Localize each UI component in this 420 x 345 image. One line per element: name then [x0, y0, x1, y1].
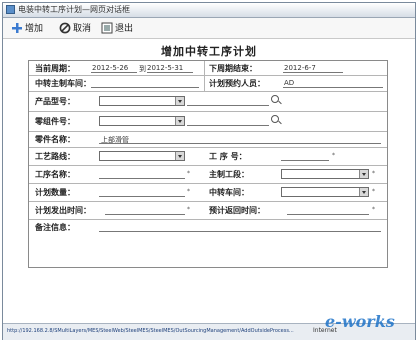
row-period: 当前周期： 2012-5-26 到 2012-5-31 下周期结束： 2012-… [29, 61, 387, 76]
add-icon [11, 22, 23, 34]
next-week-underline [283, 72, 343, 73]
app-icon [6, 5, 15, 14]
row-part-name: 零件名称： 上部滑管 [29, 131, 387, 148]
form-title: 增加中转工序计划 [161, 45, 257, 58]
craft-label: 工艺路线： [35, 152, 75, 161]
search-icon[interactable] [271, 115, 279, 123]
op-no-label: 工 序 号： [209, 152, 247, 161]
required-marker: * [332, 152, 335, 159]
plan-qty-field[interactable] [99, 196, 185, 197]
row-op-name: 工序名称： * 主制工段： * [29, 165, 387, 184]
form-area: 增加中转工序计划 当前周期： 2012-5-26 到 2012-5-31 下周期… [3, 39, 415, 323]
required-marker: * [372, 188, 375, 195]
part-text-field[interactable] [187, 125, 269, 126]
required-marker: * [187, 188, 190, 195]
planner-underline [283, 87, 383, 88]
transfer-ws-select[interactable] [281, 187, 369, 197]
row-remark: 备注信息： [29, 219, 387, 267]
cancel-label: 取消 [73, 24, 92, 34]
product-text-field[interactable] [187, 105, 269, 106]
status-url: http://192.168.2.8/SMultiLayers/MES/Stee… [7, 328, 294, 334]
plan-send-field[interactable] [105, 214, 185, 215]
divider [204, 75, 205, 91]
transfer-ws-label: 中转车间： [209, 188, 249, 197]
workshop-label: 中转主制车间： [35, 79, 91, 88]
form-grid: 当前周期： 2012-5-26 到 2012-5-31 下周期结束： 2012-… [28, 60, 388, 268]
part-name-label: 零件名称： [35, 135, 75, 144]
required-marker: * [187, 170, 190, 177]
next-week-label: 下周期结束： [209, 64, 257, 73]
chevron-down-icon[interactable] [175, 117, 184, 125]
period-end[interactable]: 2012-5-31 [147, 64, 183, 72]
op-name-label: 工序名称： [35, 170, 75, 179]
required-marker: * [187, 206, 190, 213]
chevron-down-icon[interactable] [175, 97, 184, 105]
chevron-down-icon[interactable] [175, 152, 184, 160]
main-op-select[interactable] [281, 169, 369, 179]
toolbar: 增加 取消 退出 [3, 18, 415, 39]
part-label: 零组件号： [35, 117, 75, 126]
row-qty: 计划数量： * 中转车间： * [29, 183, 387, 202]
window-title: 电装中转工序计划—网页对话框 [18, 5, 130, 14]
row-product: 产品型号： [29, 91, 387, 112]
cancel-button[interactable]: 取消 [59, 20, 91, 35]
plan-send-label: 计划发出时间： [35, 206, 91, 215]
workshop-field[interactable] [91, 87, 199, 88]
return-time-field[interactable] [287, 214, 369, 215]
main-op-label: 主制工段： [209, 170, 249, 179]
row-time: 计划发出时间： * 预计返回时间： * [29, 201, 387, 220]
plan-qty-label: 计划数量： [35, 188, 75, 197]
return-time-label: 预计返回时间： [209, 206, 265, 215]
next-week-value[interactable]: 2012-6-7 [284, 64, 316, 72]
exit-button[interactable]: 退出 [101, 20, 133, 35]
search-icon[interactable] [271, 95, 279, 103]
planner-value[interactable]: AD [284, 79, 294, 87]
part-select[interactable] [99, 116, 185, 126]
remark-label: 备注信息： [35, 223, 75, 232]
chevron-down-icon[interactable] [359, 188, 368, 196]
add-label: 增加 [25, 24, 44, 34]
exit-label: 退出 [115, 24, 134, 34]
title-bar: 电装中转工序计划—网页对话框 [3, 3, 415, 18]
required-marker: * [372, 206, 375, 213]
cancel-icon [59, 22, 71, 34]
dialog-window: 电装中转工序计划—网页对话框 增加 取消 退出 增加中转工序计划 当前周期： 2… [2, 2, 416, 340]
period-start[interactable]: 2012-5-26 [92, 64, 128, 72]
status-bar: http://192.168.2.8/SMultiLayers/MES/Stee… [3, 312, 415, 340]
required-marker: * [372, 170, 375, 177]
to-label: 到 [139, 65, 146, 73]
period-label: 当前周期： [35, 64, 75, 73]
chevron-down-icon[interactable] [359, 170, 368, 178]
watermark-logo: e-works [325, 312, 395, 331]
divider [204, 61, 205, 75]
period-start-underline [91, 72, 137, 73]
row-craft: 工艺路线： 工 序 号： * [29, 147, 387, 166]
craft-select[interactable] [99, 151, 185, 161]
op-no-field[interactable] [281, 160, 329, 161]
planner-label: 计划预约人员： [209, 79, 265, 88]
product-select[interactable] [99, 96, 185, 106]
row-part: 零组件号： [29, 111, 387, 132]
period-end-underline [147, 72, 193, 73]
exit-icon [101, 22, 113, 34]
add-button[interactable]: 增加 [11, 20, 43, 35]
op-name-field[interactable] [99, 178, 185, 179]
row-workshop: 中转主制车间： 计划预约人员： AD [29, 75, 387, 92]
remark-field[interactable] [99, 231, 381, 232]
part-name-underline [99, 143, 381, 144]
product-label: 产品型号： [35, 97, 75, 106]
